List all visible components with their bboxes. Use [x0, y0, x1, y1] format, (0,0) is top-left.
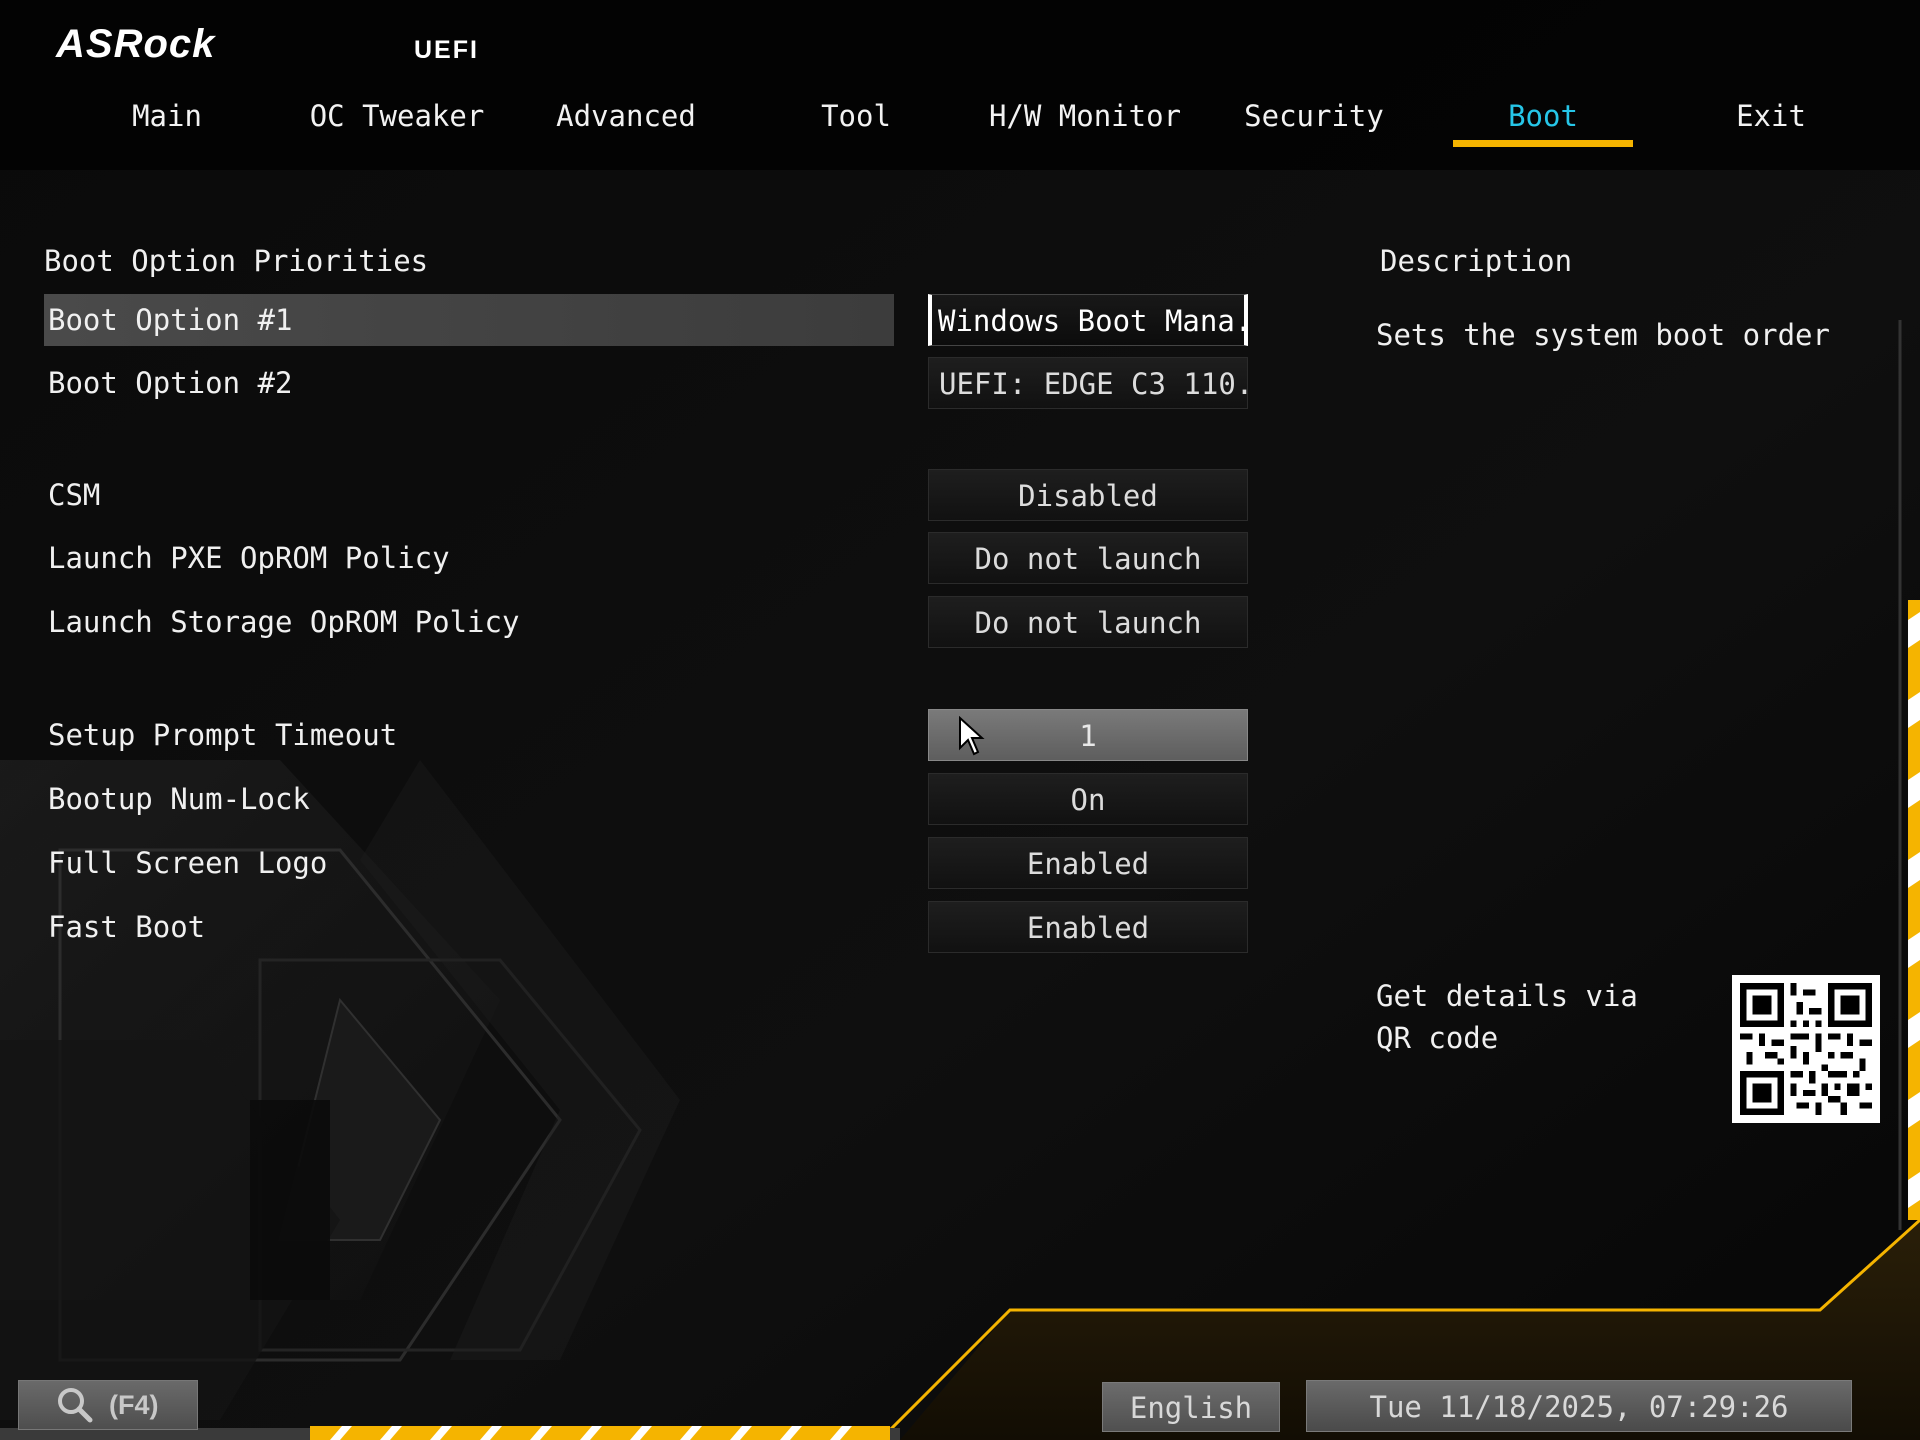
tab-exit[interactable]: Exit: [1656, 96, 1886, 148]
row-setup-prompt-timeout[interactable]: Setup Prompt Timeout: [44, 709, 894, 761]
tab-main[interactable]: Main: [52, 96, 282, 148]
asrock-logo: ASRock: [56, 22, 216, 66]
mouse-pointer-icon: [959, 716, 985, 756]
row-launch-storage-oprom-policy[interactable]: Launch Storage OpROM Policy: [44, 596, 894, 648]
qr-caption: Get details via QR code: [1376, 979, 1638, 1055]
search-icon: [58, 1388, 93, 1423]
search-button[interactable]: (F4): [18, 1380, 198, 1430]
value-boot-option-1[interactable]: Windows Boot Mana...: [928, 294, 1248, 346]
row-csm[interactable]: CSM: [44, 469, 894, 521]
tab-oc-tweaker[interactable]: OC Tweaker: [282, 96, 512, 148]
tab-tool[interactable]: Tool: [741, 96, 971, 148]
active-tab-indicator: [1453, 140, 1633, 147]
row-launch-pxe-oprom-policy[interactable]: Launch PXE OpROM Policy: [44, 532, 894, 584]
qr-code-icon: [1732, 975, 1880, 1123]
language-button[interactable]: English: [1102, 1382, 1280, 1432]
value-launch-pxe-oprom-policy[interactable]: Do not launch: [928, 532, 1248, 584]
description-title: Description: [1380, 244, 1573, 278]
tab-hw-monitor[interactable]: H/W Monitor: [970, 96, 1200, 148]
row-full-screen-logo[interactable]: Full Screen Logo: [44, 837, 894, 889]
value-bootup-num-lock[interactable]: On: [928, 773, 1248, 825]
value-launch-storage-oprom-policy[interactable]: Do not launch: [928, 596, 1248, 648]
datetime-display: Tue 11/18/2025, 07:29:26: [1306, 1380, 1852, 1432]
value-fast-boot[interactable]: Enabled: [928, 901, 1248, 953]
row-fast-boot[interactable]: Fast Boot: [44, 901, 894, 953]
description-text: Sets the system boot order: [1376, 318, 1830, 352]
search-shortcut-label: (F4): [109, 1389, 159, 1420]
row-bootup-num-lock[interactable]: Bootup Num-Lock: [44, 773, 894, 825]
tab-advanced[interactable]: Advanced: [511, 96, 741, 148]
value-full-screen-logo[interactable]: Enabled: [928, 837, 1248, 889]
value-boot-option-2[interactable]: UEFI: EDGE C3 110...: [928, 357, 1248, 409]
row-boot-option-1[interactable]: Boot Option #1: [44, 294, 894, 346]
section-title: Boot Option Priorities: [44, 244, 429, 278]
uefi-label: UEFI: [414, 36, 479, 64]
value-csm[interactable]: Disabled: [928, 469, 1248, 521]
tab-security[interactable]: Security: [1199, 96, 1429, 148]
row-boot-option-2[interactable]: Boot Option #2: [44, 357, 894, 409]
